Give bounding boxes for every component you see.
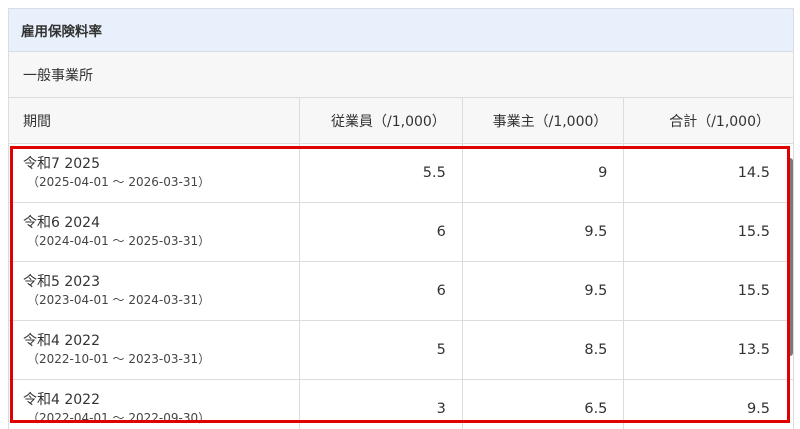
total-rate: 13.5 [737, 342, 770, 358]
header-employer[interactable]: 事業主（/1,000） [463, 98, 625, 143]
category-label: 一般事業所 [9, 52, 793, 98]
date-range: （2022-10-01 〜 2023-03-31） [27, 352, 211, 366]
table-header: 期間 従業員（/1,000） 事業主（/1,000） 合計（/1,000） [9, 98, 793, 144]
vertical-scrollbar[interactable] [787, 158, 793, 356]
period-cell: 令和4 2022 （2022-10-01 〜 2023-03-31） [9, 321, 301, 379]
period-cell: 令和7 2025 （2025-04-01 〜 2026-03-31） [9, 144, 301, 202]
table-row: 令和7 2025 （2025-04-01 〜 2026-03-31） 5.5 9… [9, 144, 793, 203]
table-row: 令和4 2022 （2022-10-01 〜 2023-03-31） 5 8.5… [9, 321, 793, 380]
total-rate: 9.5 [746, 401, 770, 417]
employer-rate: 9 [463, 144, 625, 202]
insurance-rate-panel: 雇用保険料率 一般事業所 期間 従業員（/1,000） 事業主（/1,000） … [8, 8, 794, 429]
total-rate: 15.5 [737, 224, 770, 240]
panel-title: 雇用保険料率 [9, 9, 793, 52]
date-range: （2022-04-01 〜 2022-09-30） [27, 411, 211, 425]
employee-rate: 6 [300, 262, 463, 320]
employee-rate: 5.5 [300, 144, 463, 202]
era-label: 令和5 2023 [23, 274, 100, 290]
table-row: 令和6 2024 （2024-04-01 〜 2025-03-31） 6 9.5… [9, 203, 793, 262]
era-label: 令和4 2022 [23, 392, 100, 408]
total-rate: 15.5 [737, 283, 770, 299]
date-range: （2023-04-01 〜 2024-03-31） [27, 293, 211, 307]
date-range: （2024-04-01 〜 2025-03-31） [27, 234, 211, 248]
employee-rate: 6 [300, 203, 463, 261]
header-total[interactable]: 合計（/1,000） [624, 98, 793, 143]
period-cell: 令和6 2024 （2024-04-01 〜 2025-03-31） [9, 203, 301, 261]
table-row: 令和5 2023 （2023-04-01 〜 2024-03-31） 6 9.5… [9, 262, 793, 321]
header-period[interactable]: 期間 [9, 98, 301, 143]
employee-rate: 3 [300, 380, 463, 429]
employer-rate: 8.5 [463, 321, 625, 379]
era-label: 令和7 2025 [23, 156, 100, 172]
total-rate: 14.5 [737, 165, 770, 181]
table-body[interactable]: 令和7 2025 （2025-04-01 〜 2026-03-31） 5.5 9… [9, 144, 793, 429]
date-range: （2025-04-01 〜 2026-03-31） [27, 175, 211, 189]
period-cell: 令和5 2023 （2023-04-01 〜 2024-03-31） [9, 262, 301, 320]
employer-rate: 9.5 [463, 262, 625, 320]
era-label: 令和6 2024 [23, 215, 100, 231]
employer-rate: 6.5 [463, 380, 625, 429]
period-cell: 令和4 2022 （2022-04-01 〜 2022-09-30） [9, 380, 301, 429]
header-employee[interactable]: 従業員（/1,000） [300, 98, 463, 143]
employee-rate: 5 [300, 321, 463, 379]
employer-rate: 9.5 [463, 203, 625, 261]
era-label: 令和4 2022 [23, 333, 100, 349]
table-row: 令和4 2022 （2022-04-01 〜 2022-09-30） 3 6.5… [9, 380, 793, 429]
